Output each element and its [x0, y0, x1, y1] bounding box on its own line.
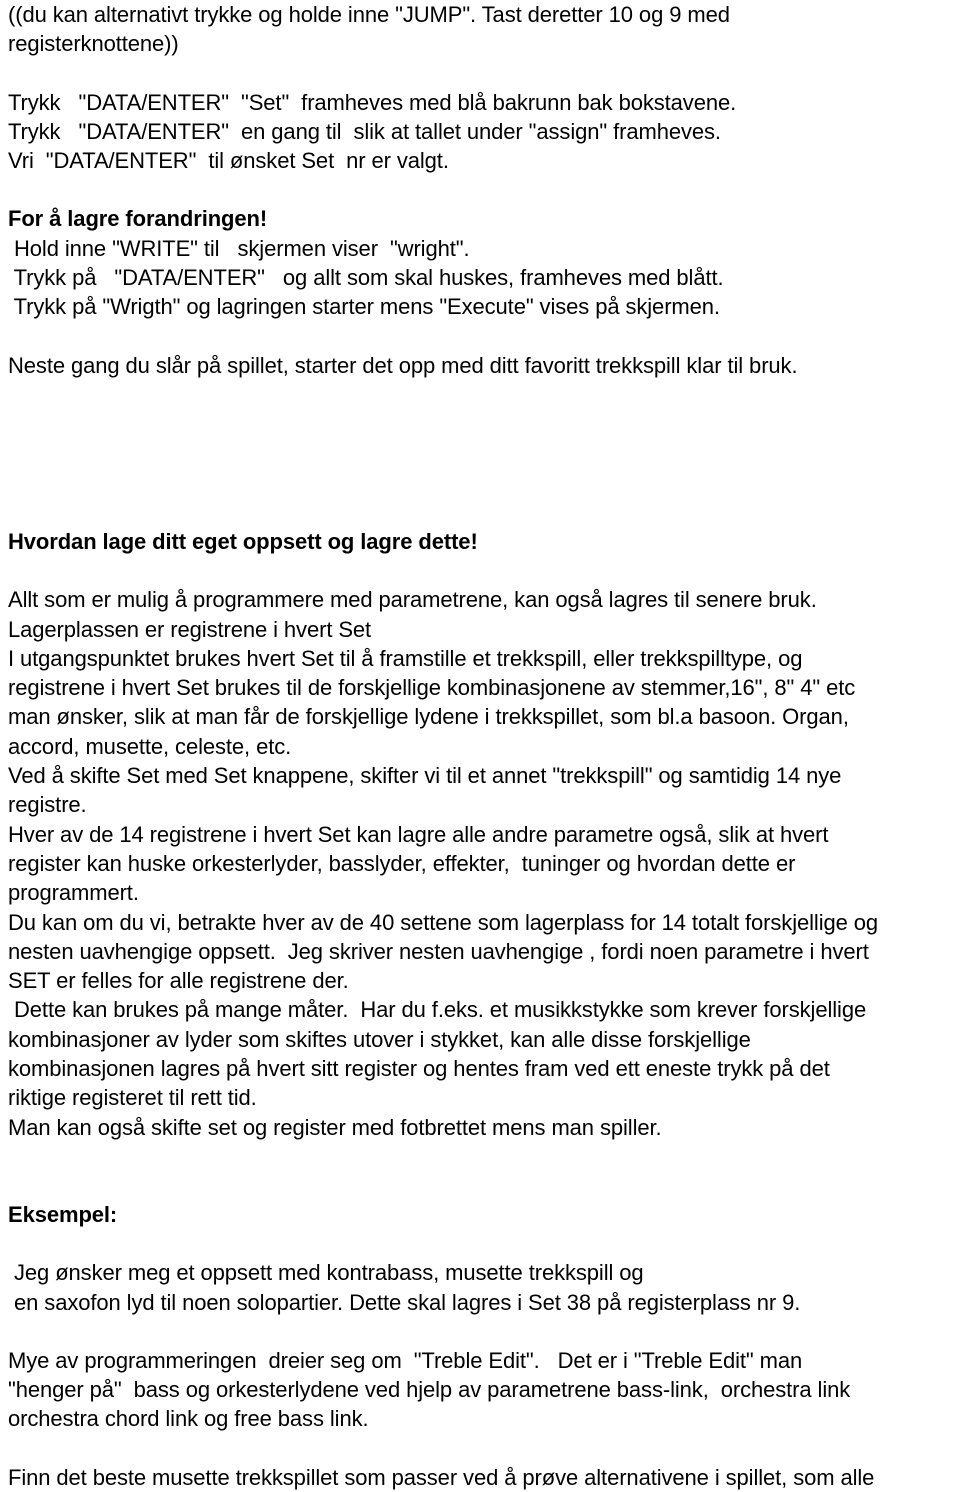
- text-line: SET er felles for alle registrene der.: [8, 968, 349, 994]
- text-line: Trykk på "Wrigth" og lagringen starter m…: [8, 294, 720, 320]
- text-line: Trykk "DATA/ENTER" "Set" framheves med b…: [8, 89, 737, 115]
- heading-save-change: For å lagre forandringen!: [8, 204, 960, 233]
- heading-example: Eksempel:: [8, 1200, 960, 1229]
- paragraph-save-change-steps: Hold inne "WRITE" til skjermen viser "wr…: [8, 234, 960, 322]
- text-line: Allt som er mulig å programmere med para…: [8, 587, 817, 613]
- text-line: registrene i hvert Set brukes til de for…: [8, 675, 856, 701]
- section-heading: For å lagre forandringen!: [8, 206, 268, 232]
- document-page: ((du kan alternativt trykke og holde inn…: [0, 0, 960, 1490]
- text-line: register kan huske orkesterlyder, bassly…: [8, 850, 796, 876]
- text-line: Du kan om du vi, betrakte hver av de 40 …: [8, 909, 879, 935]
- text-line: accord, musette, celeste, etc.: [8, 733, 292, 759]
- text-line: Man kan også skifte set og register med …: [8, 1114, 662, 1140]
- text-line: man ønsker, slik at man får de forskjell…: [8, 704, 849, 730]
- text-line: riktige registeret til rett tid.: [8, 1085, 257, 1111]
- text-line: Hold inne "WRITE" til skjermen viser "wr…: [8, 235, 470, 261]
- text-line: programmert.: [8, 880, 139, 906]
- paragraph-treble-edit-body: Mye av programmeringen dreier seg om "Tr…: [8, 1346, 960, 1434]
- text-line: Neste gang du slår på spillet, starter d…: [8, 352, 798, 378]
- text-line: Mye av programmeringen dreier seg om "Tr…: [8, 1347, 803, 1373]
- text-line: kombinasjoner av lyder som skiftes utove…: [8, 1026, 751, 1052]
- text-line: kombinasjonen lagres på hvert sitt regis…: [8, 1056, 830, 1082]
- paragraph-find-musette-body: Finn det beste musette trekkspillet som …: [8, 1463, 960, 1492]
- paragraph-own-setup-body: Allt som er mulig å programmere med para…: [8, 585, 960, 1142]
- paragraph-next-time-note: Neste gang du slår på spillet, starter d…: [8, 351, 960, 380]
- text-line: Finn det beste musette trekkspillet som …: [8, 1464, 875, 1490]
- section-heading: Eksempel:: [8, 1201, 118, 1227]
- text-line: ((du kan alternativt trykke og holde inn…: [8, 2, 730, 27]
- text-line: I utgangspunktet brukes hvert Set til å …: [8, 645, 803, 671]
- text-line: registre.: [8, 792, 87, 818]
- text-line: Hver av de 14 registrene i hvert Set kan…: [8, 821, 829, 847]
- text-line: orchestra chord link og free bass link.: [8, 1406, 369, 1432]
- text-line: "henger på" bass og orkesterlydene ved h…: [8, 1377, 851, 1403]
- text-line: Vri "DATA/ENTER" til ønsket Set nr er va…: [8, 148, 449, 174]
- text-line: Jeg ønsker meg et oppsett med kontrabass…: [8, 1260, 644, 1286]
- text-line: nesten uavhengige oppsett. Jeg skriver n…: [8, 938, 869, 964]
- heading-own-setup: Hvordan lage ditt eget oppsett og lagre …: [8, 527, 960, 556]
- paragraph-data-enter-steps: Trykk "DATA/ENTER" "Set" framheves med b…: [8, 88, 960, 176]
- paragraph-intro-parenthetical: ((du kan alternativt trykke og holde inn…: [8, 0, 960, 59]
- text-line: Trykk på "DATA/ENTER" og allt som skal h…: [8, 265, 724, 291]
- text-line: Dette kan brukes på mange måter. Har du …: [8, 997, 867, 1023]
- text-line: Ved å skifte Set med Set knappene, skift…: [8, 763, 842, 789]
- text-line: Trykk "DATA/ENTER" en gang til slik at t…: [8, 118, 721, 144]
- document-body: ((du kan alternativt trykke og holde inn…: [8, 0, 960, 1492]
- text-line: en saxofon lyd til noen solopartier. Det…: [8, 1289, 801, 1315]
- text-line: registerknottene)): [8, 31, 179, 57]
- text-line: Lagerplassen er registrene i hvert Set: [8, 616, 372, 642]
- section-heading: Hvordan lage ditt eget oppsett og lagre …: [8, 528, 478, 554]
- paragraph-example-body: Jeg ønsker meg et oppsett med kontrabass…: [8, 1258, 960, 1317]
